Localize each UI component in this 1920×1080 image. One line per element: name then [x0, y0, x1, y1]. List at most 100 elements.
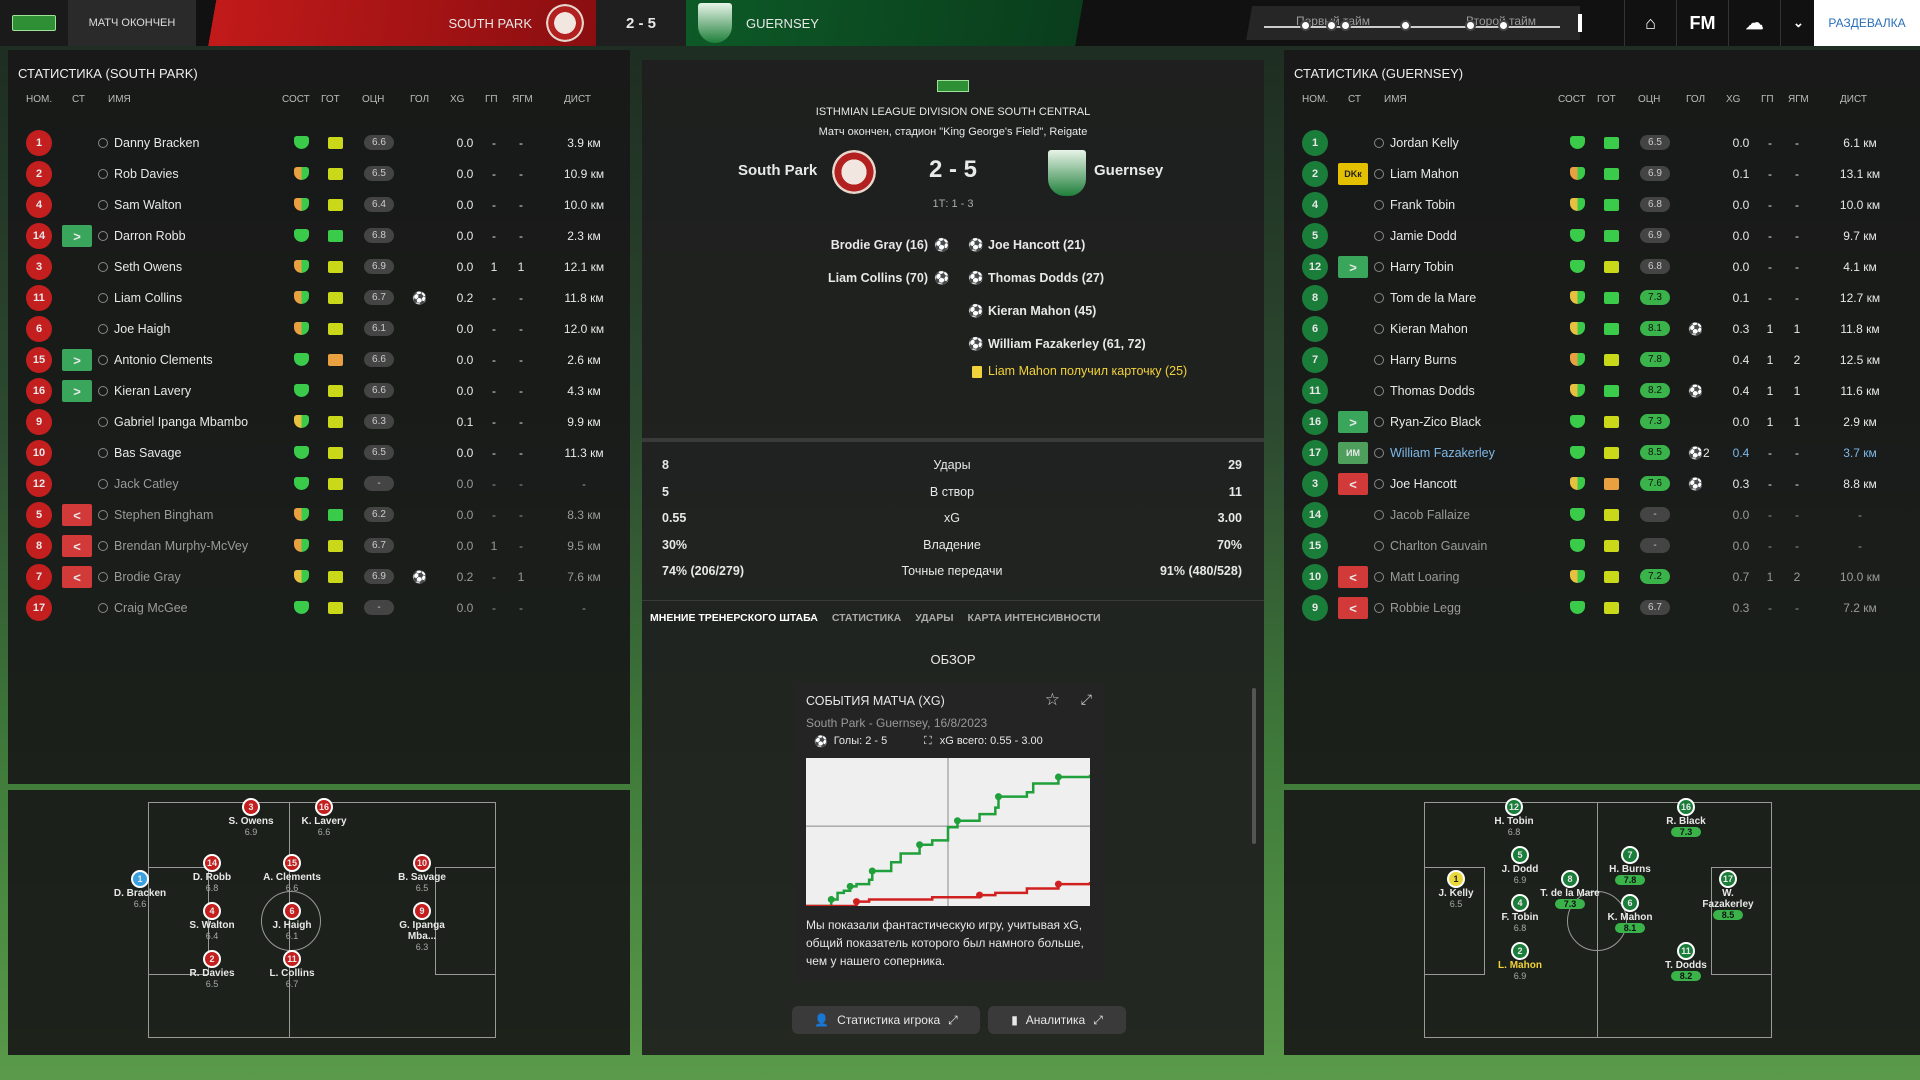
pitch-player[interactable]: 6 J. Haigh 6.1 — [260, 902, 324, 941]
stat-gp: - — [492, 477, 496, 491]
player-name[interactable]: Brendan Murphy-McVey — [114, 539, 248, 553]
player-name[interactable]: Matt Loaring — [1390, 570, 1459, 584]
pitch-player[interactable]: 9 G. Ipanga Mba... 6.3 — [390, 902, 454, 952]
pitch-player[interactable]: 16 R. Black 7.3 — [1654, 798, 1718, 837]
player-name[interactable]: Seth Owens — [114, 260, 182, 274]
shoe-icon[interactable]: ☁ — [1728, 0, 1780, 46]
pitch-player[interactable]: 2 L. Mahon 6.9 — [1488, 942, 1552, 981]
tab-1[interactable]: СТАТИСТИКА — [832, 612, 901, 624]
pitch-player[interactable]: 1 J. Kelly 6.5 — [1424, 870, 1488, 909]
pitch-player[interactable]: 12 H. Tobin 6.8 — [1482, 798, 1546, 837]
player-name[interactable]: Jordan Kelly — [1390, 136, 1459, 150]
player-stats-button[interactable]: 👤 Статистика игрока ⤢ — [792, 1006, 980, 1034]
home-stats-panel: СТАТИСТИКА (SOUTH PARK) НОМ. СТ ИМЯ СОСТ… — [8, 50, 630, 784]
shot-point[interactable] — [953, 817, 961, 825]
pitch-player[interactable]: 10 B. Savage 6.5 — [390, 854, 454, 893]
player-name[interactable]: Thomas Dodds — [1390, 384, 1475, 398]
player-name[interactable]: Sam Walton — [114, 198, 182, 212]
player-short-name: K. Lavery — [301, 816, 347, 827]
player-name[interactable]: Joe Haigh — [114, 322, 170, 336]
pitch-player[interactable]: 11 L. Collins 6.7 — [260, 950, 324, 989]
condition-heart-icon — [294, 601, 309, 614]
player-name[interactable]: Jamie Dodd — [1390, 229, 1457, 243]
player-name[interactable]: Robbie Legg — [1390, 601, 1461, 615]
stat-xg: 0.1 — [1732, 291, 1750, 305]
shot-point[interactable] — [868, 867, 876, 875]
rating-badge: 6.8 — [364, 228, 394, 243]
pitch-player[interactable]: 17 W. Fazakerley 8.5 — [1696, 870, 1760, 920]
player-name[interactable]: William Fazakerley — [1390, 446, 1495, 460]
shot-point[interactable] — [916, 841, 924, 849]
tab-0[interactable]: МНЕНИЕ ТРЕНЕРСКОГО ШТАБА — [650, 612, 818, 624]
shot-point[interactable] — [976, 891, 984, 899]
player-name[interactable]: Danny Bracken — [114, 136, 199, 150]
player-name[interactable]: Frank Tobin — [1390, 198, 1455, 212]
pitch-player[interactable]: 14 D. Robb 6.8 — [180, 854, 244, 893]
player-name[interactable]: Stephen Bingham — [114, 508, 213, 522]
stat-gp: 1 — [1766, 570, 1774, 584]
home-icon[interactable]: ⌂ — [1624, 0, 1676, 46]
stat-xg: 0.1 — [1732, 167, 1750, 181]
sub-in-icon: > — [1338, 411, 1368, 433]
shot-point[interactable] — [994, 793, 1002, 801]
player-name[interactable]: Liam Collins — [114, 291, 182, 305]
stat-dist: 9.7 км — [1843, 229, 1877, 243]
pitch-player[interactable]: 3 S. Owens 6.9 — [219, 798, 283, 837]
player-name[interactable]: Joe Hancott — [1390, 477, 1457, 491]
pitch-player[interactable]: 1 D. Bracken 6.6 — [108, 870, 172, 909]
player-name[interactable]: Charlton Gauvain — [1390, 539, 1487, 553]
fm-logo[interactable] — [0, 0, 68, 46]
shot-point[interactable] — [827, 895, 835, 903]
pitch-player[interactable]: 6 K. Mahon 8.1 — [1598, 894, 1662, 933]
pitch-player[interactable]: 11 T. Dodds 8.2 — [1654, 942, 1718, 981]
pitch-player[interactable]: 4 F. Tobin 6.8 — [1488, 894, 1552, 933]
condition-heart-icon — [1570, 477, 1585, 490]
tab-2[interactable]: УДАРЫ — [915, 612, 953, 624]
pitch-player[interactable]: 4 S. Walton 6.4 — [180, 902, 244, 941]
player-name[interactable]: Bas Savage — [114, 446, 181, 460]
player-name[interactable]: Harry Burns — [1390, 353, 1457, 367]
match-timeline[interactable]: Первый тайм Второй тайм — [1240, 6, 1582, 40]
expand-icon[interactable]: ⤢ — [1081, 691, 1092, 708]
condition-heart-icon — [294, 477, 309, 490]
chevron-down-icon[interactable]: ⌄ — [1780, 0, 1816, 46]
player-name[interactable]: Rob Davies — [114, 167, 179, 181]
shot-point[interactable] — [1054, 773, 1062, 781]
player-name[interactable]: Kieran Mahon — [1390, 322, 1468, 336]
pitch-player[interactable]: 16 K. Lavery 6.6 — [292, 798, 356, 837]
shot-point[interactable] — [846, 882, 854, 890]
home-goal-event: Liam Collins (70) — [827, 271, 928, 285]
tab-3[interactable]: КАРТА ИНТЕНСИВНОСТИ — [968, 612, 1101, 624]
player-name[interactable]: Harry Tobin — [1390, 260, 1454, 274]
fitness-icon — [328, 323, 343, 335]
player-name[interactable]: Darron Robb — [114, 229, 186, 243]
stat-ygm: - — [519, 477, 523, 491]
stat-xg: 0.0 — [456, 167, 474, 181]
player-name[interactable]: Jacob Fallaize — [1390, 508, 1470, 522]
player-name[interactable]: Brodie Gray — [114, 570, 181, 584]
player-name[interactable]: Jack Catley — [114, 477, 179, 491]
stat-ygm: - — [1795, 539, 1799, 553]
pitch-player[interactable]: 2 R. Davies 6.5 — [180, 950, 244, 989]
player-name[interactable]: Liam Mahon — [1390, 167, 1459, 181]
pitch-player[interactable]: 7 H. Burns 7.8 — [1598, 846, 1662, 885]
continue-button[interactable]: РАЗДЕВАЛКА — [1814, 0, 1920, 46]
player-name[interactable]: Gabriel Ipanga Mbambo — [114, 415, 248, 429]
player-name[interactable]: Tom de la Mare — [1390, 291, 1476, 305]
shot-point[interactable] — [852, 898, 860, 906]
shot-point[interactable] — [1054, 880, 1062, 888]
home-formation-panel: 3 S. Owens 6.9 16 K. Lavery 6.6 1 D. Bracken 6.6… — [8, 790, 630, 1055]
player-name[interactable]: Craig McGee — [114, 601, 188, 615]
scrollbar[interactable] — [1252, 688, 1256, 844]
fitness-icon — [328, 230, 343, 242]
player-number: 11 — [283, 950, 301, 968]
player-name[interactable]: Ryan-Zico Black — [1390, 415, 1481, 429]
analytics-button[interactable]: ▮ Аналитика ⤢ — [988, 1006, 1126, 1034]
fm-menu-button[interactable]: FM — [1676, 0, 1728, 46]
player-number: 12 — [1302, 254, 1328, 280]
player-name[interactable]: Antonio Clements — [114, 353, 213, 367]
player-number: 7 — [1621, 846, 1639, 864]
player-name[interactable]: Kieran Lavery — [114, 384, 191, 398]
star-icon[interactable]: ☆ — [1045, 690, 1060, 710]
pitch-player[interactable]: 15 A. Clements 6.6 — [260, 854, 324, 893]
